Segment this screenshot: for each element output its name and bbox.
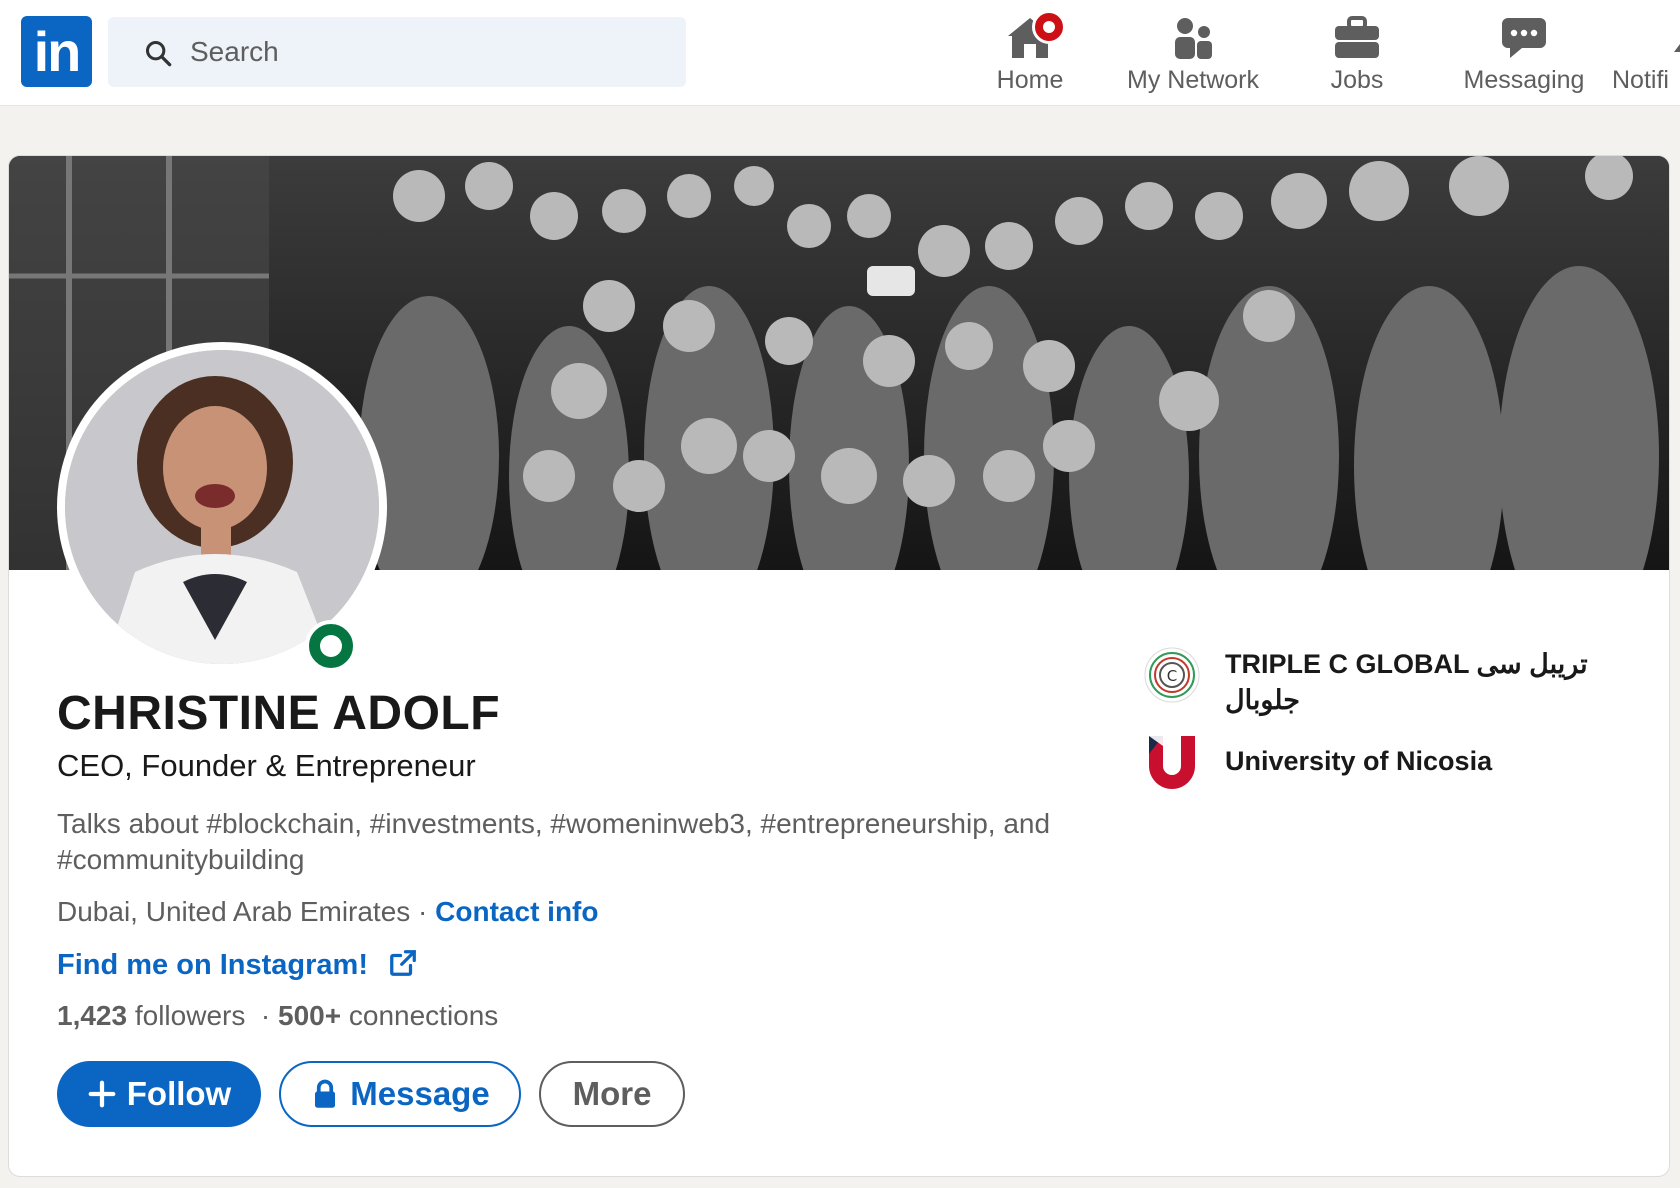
profile-topics: Talks about #blockchain, #investments, #… bbox=[57, 808, 1051, 875]
triple-c-logo: C bbox=[1144, 647, 1200, 703]
instagram-link[interactable]: Find me on Instagram! bbox=[57, 948, 418, 982]
current-company[interactable]: C TRIPLE C GLOBAL تريبل سى جلوبال bbox=[1143, 646, 1605, 718]
contact-info-link[interactable]: Contact info bbox=[435, 896, 598, 927]
follow-button-label: Follow bbox=[126, 1075, 232, 1112]
people-icon bbox=[1169, 14, 1217, 62]
search-bar[interactable] bbox=[108, 17, 686, 87]
notification-badge bbox=[1032, 10, 1066, 44]
profile-headline: CEO, Founder & Entrepreneur bbox=[57, 748, 476, 783]
location-line: Dubai, United Arab Emirates · Contact in… bbox=[57, 896, 598, 928]
nav-messaging[interactable]: Messaging bbox=[1460, 10, 1588, 96]
followers-count: 1,423 bbox=[57, 1000, 128, 1031]
message-button[interactable]: Message bbox=[279, 1061, 521, 1127]
top-navigation: in Home My Network bbox=[0, 0, 1680, 106]
nav-my-network[interactable]: My Network bbox=[1118, 10, 1268, 96]
linkedin-logo[interactable]: in bbox=[21, 16, 92, 87]
follow-button[interactable]: Follow bbox=[57, 1061, 261, 1127]
home-icon bbox=[1006, 10, 1066, 62]
unic-logo bbox=[1149, 736, 1195, 789]
nav-messaging-label: Messaging bbox=[1463, 66, 1585, 94]
svg-text:C: C bbox=[1167, 667, 1177, 685]
nav-notifications-label: Notifi bbox=[1612, 66, 1669, 94]
instagram-link-label: Find me on Instagram! bbox=[57, 949, 368, 981]
connections-count: 500+ bbox=[278, 1000, 342, 1031]
nav-jobs[interactable]: Jobs bbox=[1312, 10, 1402, 96]
lock-icon bbox=[315, 1079, 336, 1108]
nav-notifications[interactable]: Notifi bbox=[1612, 10, 1680, 96]
profile-card: CHRISTINE ADOLF CEO, Founder & Entrepren… bbox=[8, 155, 1670, 1177]
profile-location: Dubai, United Arab Emirates bbox=[57, 896, 411, 927]
stats-separator: · bbox=[253, 1000, 279, 1031]
chat-icon bbox=[1500, 14, 1548, 62]
search-icon bbox=[145, 40, 172, 67]
online-status-badge bbox=[305, 620, 357, 672]
briefcase-icon bbox=[1333, 14, 1381, 62]
more-button[interactable]: More bbox=[539, 1061, 685, 1127]
separator-dot: · bbox=[410, 896, 436, 927]
school-name: University of Nicosia bbox=[1225, 746, 1493, 776]
profile-name: CHRISTINE ADOLF bbox=[57, 687, 501, 740]
more-button-label: More bbox=[572, 1075, 652, 1112]
network-stats: 1,423 followers · 500+ connections bbox=[57, 1000, 498, 1032]
bell-icon bbox=[1670, 14, 1680, 62]
message-button-label: Message bbox=[350, 1075, 490, 1112]
connections-label: connections bbox=[348, 1000, 499, 1031]
avatar bbox=[65, 350, 379, 664]
search-input[interactable] bbox=[190, 17, 670, 87]
nav-jobs-label: Jobs bbox=[1330, 66, 1384, 94]
education-school[interactable]: University of Nicosia bbox=[1143, 732, 1605, 790]
followers-label: followers bbox=[134, 1000, 246, 1031]
nav-home[interactable]: Home bbox=[985, 10, 1075, 96]
plus-icon bbox=[88, 1080, 116, 1108]
external-link-icon bbox=[390, 950, 416, 976]
company-name: TRIPLE C GLOBAL تريبل سى جلوبال bbox=[1225, 649, 1588, 715]
nav-home-label: Home bbox=[996, 66, 1064, 94]
nav-my-network-label: My Network bbox=[1127, 66, 1259, 94]
